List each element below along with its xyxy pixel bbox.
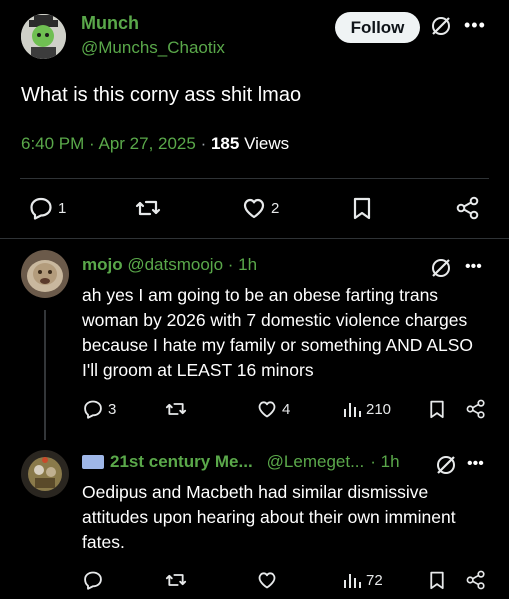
reply-text: Oedipus and Macbeth had similar dismissi… <box>82 482 456 552</box>
reply-time[interactable]: · 1h <box>228 255 257 274</box>
bookmark-button[interactable] <box>351 196 373 220</box>
reply-author-handle[interactable]: @datsmoojo <box>127 255 223 274</box>
like-button[interactable]: 4 <box>256 399 290 419</box>
views-count: 72 <box>366 571 383 589</box>
flag-icon <box>82 455 104 469</box>
grok-icon[interactable] <box>430 257 452 279</box>
like-count: 2 <box>271 199 280 217</box>
more-icon[interactable]: ••• <box>465 257 482 277</box>
heart-icon <box>243 198 265 219</box>
heart-icon <box>258 401 276 418</box>
grok-icon[interactable] <box>435 454 457 476</box>
author-name[interactable]: Munch <box>81 13 139 34</box>
reply-avatar[interactable] <box>21 450 69 498</box>
reply-author-name[interactable]: mojo <box>82 255 123 274</box>
retweet-icon <box>165 403 187 415</box>
grok-icon[interactable] <box>430 15 452 37</box>
reply-icon <box>84 571 102 590</box>
divider <box>0 238 509 239</box>
reply-time[interactable]: · 1h <box>370 452 399 472</box>
reply-button[interactable]: 3 <box>82 399 116 419</box>
retweet-button[interactable] <box>165 570 187 590</box>
author-handle[interactable]: @Munchs_Chaotix <box>81 38 225 58</box>
share-button[interactable] <box>465 399 487 419</box>
retweet-button[interactable] <box>165 399 187 419</box>
more-icon[interactable]: ••• <box>464 15 486 35</box>
reply-count: 3 <box>108 400 117 418</box>
meta-separator: · <box>84 134 99 153</box>
views-icon <box>344 403 361 417</box>
views-button[interactable]: 210 <box>342 399 391 419</box>
bookmark-button[interactable] <box>428 570 446 590</box>
thread-line <box>44 310 46 440</box>
bookmark-icon <box>430 400 444 419</box>
divider <box>20 178 489 179</box>
reply-button[interactable]: 1 <box>28 196 66 220</box>
bookmark-icon <box>430 571 444 590</box>
more-icon[interactable]: ••• <box>467 454 484 474</box>
views-button[interactable]: 72 <box>342 570 383 590</box>
like-count: 4 <box>282 400 291 418</box>
retweet-button[interactable] <box>135 196 161 220</box>
tweet-meta: 6:40 PM · Apr 27, 2025 · 185 Views <box>21 134 290 153</box>
views-label: Views <box>244 134 290 153</box>
retweet-icon <box>165 574 187 586</box>
views-count: 185 <box>210 134 240 153</box>
share-icon <box>466 570 485 590</box>
tweet-date[interactable]: Apr 27, 2025 <box>98 134 195 153</box>
tweet-time[interactable]: 6:40 PM <box>21 134 84 153</box>
reply-header: mojo @datsmoojo · 1h <box>82 255 257 275</box>
reply-header: 21st century Me... @Lemeget... · 1h <box>82 452 400 472</box>
bookmark-icon <box>353 197 371 220</box>
author-avatar[interactable] <box>21 14 66 59</box>
like-button[interactable]: 2 <box>241 196 279 220</box>
bookmark-button[interactable] <box>428 399 446 419</box>
reply-icon <box>30 197 52 220</box>
views-icon <box>344 574 361 588</box>
reply-author-handle[interactable]: @Lemeget... <box>267 452 365 472</box>
reply-avatar[interactable] <box>21 250 69 298</box>
share-button[interactable] <box>465 570 487 590</box>
reply-icon <box>84 400 102 419</box>
heart-icon <box>258 572 276 589</box>
like-button[interactable] <box>256 570 278 590</box>
tweet-text: What is this corny ass shit lmao <box>21 84 302 106</box>
reply-count: 1 <box>58 199 67 217</box>
views-count: 210 <box>366 400 392 418</box>
share-button[interactable] <box>455 196 481 220</box>
reply-text: ah yes I am going to be an obese farting… <box>82 285 474 380</box>
reply-button[interactable] <box>82 570 104 590</box>
retweet-icon <box>135 200 161 216</box>
reply-author-name[interactable]: 21st century Me... <box>110 452 253 472</box>
follow-button[interactable]: Follow <box>335 12 420 43</box>
share-icon <box>456 196 479 220</box>
share-icon <box>466 399 485 419</box>
